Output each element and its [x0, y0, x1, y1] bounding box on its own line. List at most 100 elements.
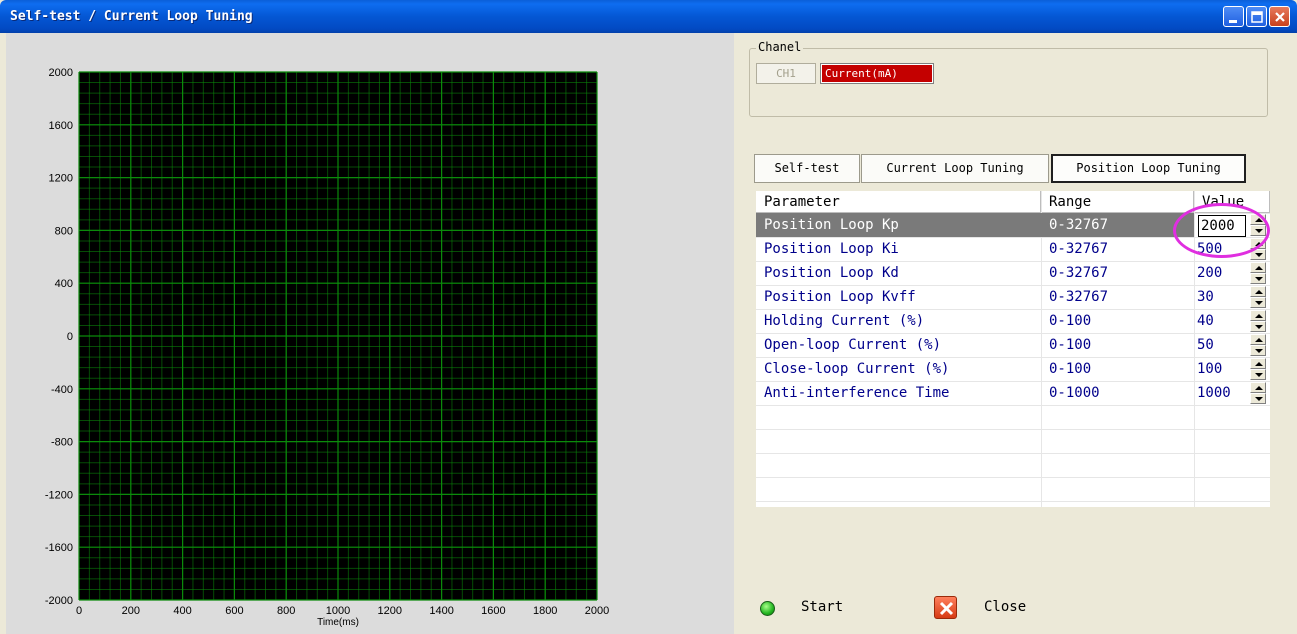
grid-hline — [756, 477, 1270, 478]
cell-parameter: Position Loop Ki — [764, 241, 899, 257]
value-spinner[interactable] — [1250, 334, 1266, 356]
spin-up-button[interactable] — [1250, 286, 1266, 297]
spin-down-button[interactable] — [1250, 321, 1266, 332]
value-spinner[interactable] — [1250, 262, 1266, 284]
table-row[interactable]: Open-loop Current (%) 0-100 50 — [756, 333, 1270, 357]
channel-group-label: Chanel — [756, 40, 804, 54]
value-spinner[interactable] — [1250, 310, 1266, 332]
minimize-icon — [1229, 20, 1237, 23]
arrow-down-icon — [1255, 325, 1263, 329]
tab-current-loop-tuning[interactable]: Current Loop Tuning — [861, 154, 1049, 183]
maximize-button[interactable] — [1246, 6, 1267, 27]
y-tick-label: -2000 — [45, 595, 73, 607]
tab-self-test[interactable]: Self-test — [754, 154, 860, 183]
y-tick-label: -1600 — [45, 542, 73, 554]
cell-parameter: Position Loop Kp — [756, 213, 1041, 237]
grid-hline — [756, 405, 1270, 406]
settings-panel: Chanel CH1 Current(mA) Self-test Current… — [734, 33, 1297, 634]
tab-position-loop-tuning[interactable]: Position Loop Tuning — [1051, 154, 1246, 183]
table-row[interactable]: Close-loop Current (%) 0-100 100 — [756, 357, 1270, 381]
ch1-button[interactable]: CH1 — [756, 63, 816, 84]
cell-value[interactable]: 50 — [1194, 333, 1250, 357]
start-icon[interactable] — [760, 601, 775, 616]
grid-hline — [756, 453, 1270, 454]
table-row[interactable]: Holding Current (%) 0-100 40 — [756, 309, 1270, 333]
arrow-down-icon — [1255, 373, 1263, 377]
value-spinner[interactable] — [1250, 286, 1266, 308]
cell-range: 0-32767 — [1049, 289, 1109, 305]
y-tick-label: 800 — [55, 225, 73, 237]
value-spinner[interactable] — [1250, 358, 1266, 380]
arrow-up-icon — [1255, 290, 1263, 294]
arrow-up-icon — [1255, 314, 1263, 318]
x-tick-label: 600 — [225, 605, 243, 617]
header-range: Range — [1041, 191, 1194, 213]
cell-range: 0-1000 — [1049, 385, 1100, 401]
table-row[interactable]: Anti-interference Time 0-1000 1000 — [756, 381, 1270, 405]
spin-down-button[interactable] — [1250, 273, 1266, 284]
y-tick-label: 1200 — [49, 173, 73, 185]
table-row[interactable]: Position Loop Kd 0-32767 200 — [756, 261, 1270, 285]
highlight-circle — [1173, 203, 1270, 258]
header-parameter: Parameter — [756, 191, 1041, 213]
y-tick-label: 1600 — [49, 120, 73, 132]
current-channel-indicator: Current(mA) — [820, 63, 934, 84]
arrow-up-icon — [1255, 362, 1263, 366]
x-tick-label: 1000 — [326, 605, 350, 617]
cell-parameter: Position Loop Kvff — [764, 289, 916, 305]
plot-panel: 2000 1600 1200 800 400 0 -400 -800 -1200 -1600 -20… — [6, 33, 734, 634]
cell-value[interactable]: 30 — [1194, 285, 1250, 309]
spin-up-button[interactable] — [1250, 310, 1266, 321]
x-tick-label: 1400 — [429, 605, 453, 617]
arrow-up-icon — [1255, 338, 1263, 342]
channel-groupbox: Chanel CH1 Current(mA) — [749, 40, 1268, 117]
title-bar: Self-test / Current Loop Tuning — [0, 0, 1297, 33]
window-close-button[interactable] — [1269, 6, 1290, 27]
spin-up-button[interactable] — [1250, 382, 1266, 393]
arrow-up-icon — [1255, 386, 1263, 390]
y-tick-label: -800 — [51, 437, 73, 449]
spin-down-button[interactable] — [1250, 345, 1266, 356]
minimize-button[interactable] — [1223, 6, 1244, 27]
cell-range: 0-32767 — [1041, 213, 1194, 237]
x-tick-label: 1600 — [481, 605, 505, 617]
close-x-icon — [1275, 12, 1285, 22]
y-tick-label: 0 — [67, 331, 73, 343]
cell-parameter: Open-loop Current (%) — [764, 337, 942, 353]
arrow-down-icon — [1255, 301, 1263, 305]
cell-value[interactable]: 100 — [1194, 357, 1250, 381]
grid-hline — [756, 429, 1270, 430]
x-tick-label: 200 — [122, 605, 140, 617]
cell-value[interactable]: 1000 — [1194, 381, 1250, 405]
table-row[interactable]: Position Loop Kvff 0-32767 30 — [756, 285, 1270, 309]
cell-value[interactable]: 40 — [1194, 309, 1250, 333]
x-axis-title: Time(ms) — [317, 617, 359, 628]
cell-range: 0-100 — [1049, 337, 1092, 353]
value-spinner[interactable] — [1250, 382, 1266, 404]
current-plot: 2000160012008004000-400-800-1200-1600-20… — [45, 67, 609, 628]
x-tick-label: 800 — [277, 605, 295, 617]
spin-up-button[interactable] — [1250, 334, 1266, 345]
x-tick-label: 400 — [173, 605, 191, 617]
close-icon[interactable] — [934, 596, 957, 619]
arrow-down-icon — [1255, 397, 1263, 401]
spin-down-button[interactable] — [1250, 369, 1266, 380]
cell-parameter: Position Loop Kd — [764, 265, 899, 281]
cell-range: 0-100 — [1049, 361, 1092, 377]
x-tick-label: 2000 — [585, 605, 609, 617]
cell-value[interactable]: 200 — [1194, 261, 1250, 285]
x-tick-label: 0 — [76, 605, 82, 617]
x-tick-label: 1200 — [378, 605, 402, 617]
y-tick-label: -1200 — [45, 489, 73, 501]
window-title: Self-test / Current Loop Tuning — [10, 9, 253, 24]
y-tick-label: -400 — [51, 384, 73, 396]
spin-down-button[interactable] — [1250, 297, 1266, 308]
arrow-up-icon — [1255, 266, 1263, 270]
close-button[interactable]: Close — [984, 599, 1026, 615]
spin-down-button[interactable] — [1250, 393, 1266, 404]
spin-up-button[interactable] — [1250, 262, 1266, 273]
spin-up-button[interactable] — [1250, 358, 1266, 369]
start-button[interactable]: Start — [801, 599, 843, 615]
grid-hline — [756, 501, 1270, 502]
cell-parameter: Holding Current (%) — [764, 313, 925, 329]
